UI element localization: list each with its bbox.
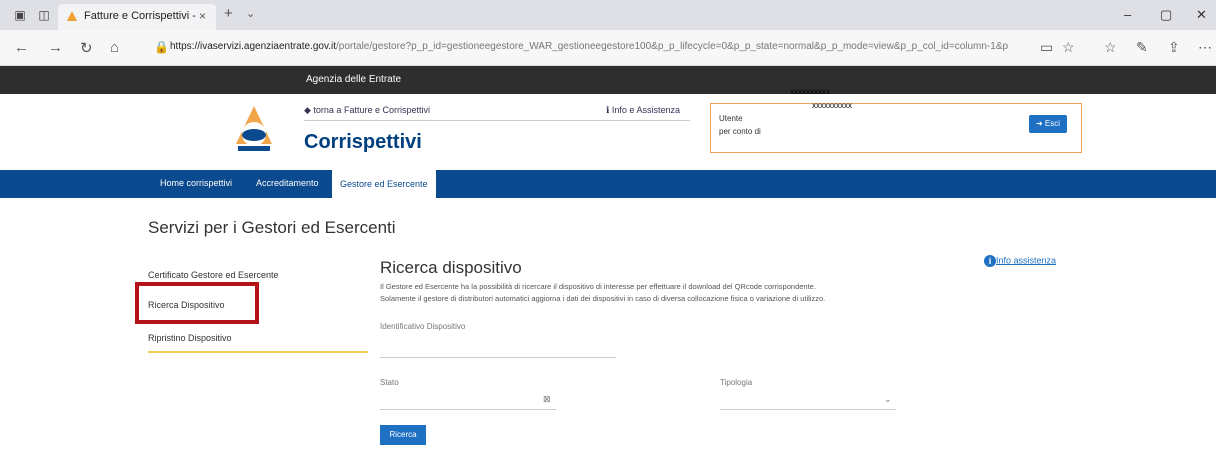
- chevron-down-icon[interactable]: ⌄: [884, 394, 892, 405]
- nav-item-accreditation[interactable]: Accreditamento: [256, 178, 319, 188]
- chevron-down-icon[interactable]: ⌄: [246, 7, 255, 20]
- type-select[interactable]: [720, 390, 896, 410]
- app-title: Corrispettivi: [304, 131, 422, 153]
- tab-actions-icon[interactable]: ▣: [12, 8, 28, 22]
- device-id-label: Identificativo Dispositivo: [380, 322, 466, 331]
- assist-link[interactable]: i Info assistenza: [984, 255, 1056, 267]
- nav-item-home[interactable]: Home corrispettivi: [160, 178, 232, 188]
- status-label: Stato: [380, 378, 399, 387]
- tab-close-icon[interactable]: ×: [199, 9, 206, 23]
- agency-name[interactable]: Agenzia delle Entrate: [306, 74, 401, 85]
- lock-icon: 🔒: [154, 40, 169, 54]
- url-text: https://ivaservizi.agenziaentrate.gov.it…: [170, 41, 1009, 52]
- section-description: Il Gestore ed Esercente ha la possibilit…: [380, 282, 826, 303]
- section-title: Ricerca dispositivo: [380, 258, 522, 277]
- close-window-icon[interactable]: ✕: [1196, 7, 1207, 23]
- home-icon[interactable]: ⌂: [110, 39, 119, 56]
- user-label: Utente: [719, 114, 743, 123]
- site-header: ◆ torna a Fatture e Corrispettivi ℹ Info…: [0, 94, 1216, 170]
- nav-item-manager[interactable]: Gestore ed Esercente: [332, 170, 436, 198]
- masked-user-name: xxxxxxxxxx: [790, 87, 830, 96]
- share-icon[interactable]: ⇪: [1168, 39, 1180, 56]
- masked-user-id: xxxxxxxxxx: [812, 101, 852, 110]
- status-dropdown-icon[interactable]: ⊠: [543, 394, 551, 405]
- on-behalf-label: per conto di: [719, 127, 761, 136]
- url-field[interactable]: 🔒 https://ivaservizi.agenziaentrate.gov.…: [148, 37, 1048, 59]
- tab-title: Fatture e Corrispettivi -: [84, 10, 196, 22]
- info-circle-icon: i: [984, 255, 996, 267]
- address-bar-row: ← → ↻ ⌂ 🔒 https://ivaservizi.agenziaentr…: [0, 30, 1216, 66]
- favorite-icon[interactable]: ☆: [1062, 39, 1075, 56]
- search-button[interactable]: Ricerca: [380, 425, 426, 445]
- type-label: Tipologia: [720, 378, 753, 387]
- device-id-input[interactable]: [380, 338, 616, 358]
- new-tab-button[interactable]: +: [224, 5, 233, 22]
- favorites-icon[interactable]: ☆: [1104, 39, 1117, 56]
- side-menu-underline: [148, 351, 368, 353]
- reading-view-icon[interactable]: ▭: [1040, 39, 1053, 56]
- back-icon[interactable]: ←: [14, 39, 29, 56]
- favicon-icon: [67, 11, 77, 21]
- back-to-portal-link[interactable]: ◆ torna a Fatture e Corrispettivi: [304, 105, 430, 116]
- side-item-certificate[interactable]: Certificato Gestore ed Esercente: [148, 270, 279, 280]
- page-title: Servizi per i Gestori ed Esercenti: [148, 218, 396, 237]
- browser-tab[interactable]: Fatture e Corrispettivi - ×: [58, 4, 216, 30]
- header-divider: [304, 120, 690, 121]
- pen-icon[interactable]: ✎: [1136, 39, 1148, 56]
- status-select[interactable]: [380, 390, 556, 410]
- more-icon[interactable]: ⋯: [1198, 39, 1212, 56]
- back-tabs-icon[interactable]: ◫: [36, 8, 52, 22]
- forward-icon[interactable]: →: [48, 39, 63, 56]
- site-top-bar: Agenzia delle Entrate: [0, 66, 1216, 94]
- browser-tab-bar: ▣ ◫ Fatture e Corrispettivi - × + ⌄ – ▢ …: [0, 0, 1216, 30]
- side-item-restore-device[interactable]: Ripristino Dispositivo: [148, 333, 232, 343]
- maximize-icon[interactable]: ▢: [1160, 7, 1172, 23]
- main-nav: Home corrispettivi Accreditamento Gestor…: [0, 170, 1216, 198]
- user-box: Utente per conto di ➜ Esci: [710, 103, 1082, 153]
- info-assistance-link[interactable]: ℹ Info e Assistenza: [606, 105, 680, 116]
- minimize-icon[interactable]: –: [1124, 7, 1131, 22]
- agency-logo-icon: [236, 106, 272, 151]
- highlight-box: [135, 282, 259, 324]
- refresh-icon[interactable]: ↻: [80, 39, 93, 57]
- exit-button[interactable]: ➜ Esci: [1029, 115, 1067, 133]
